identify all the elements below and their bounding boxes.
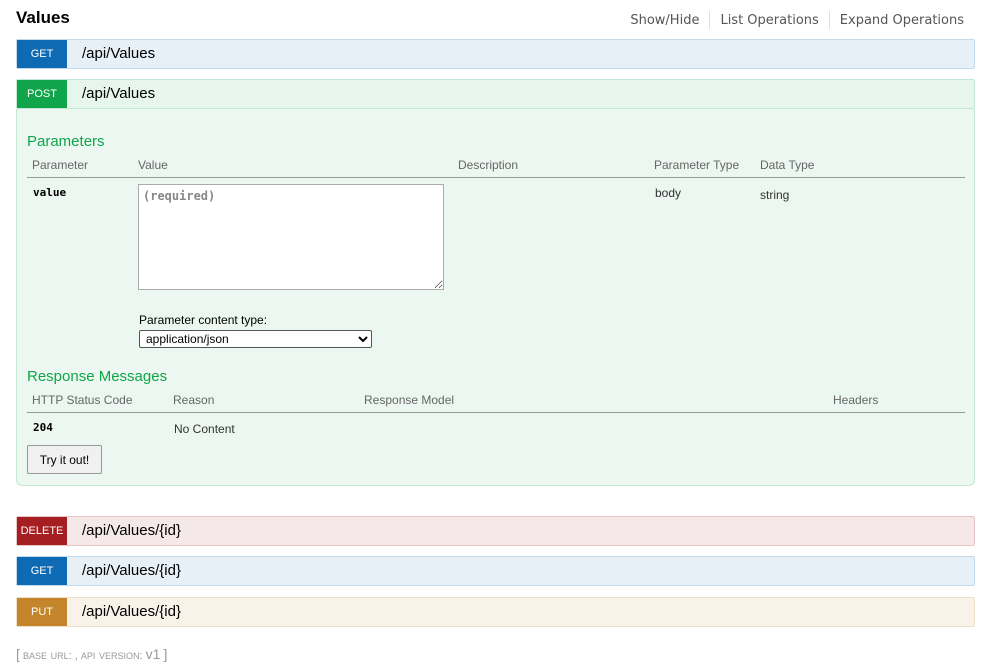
header-parameter-type: Parameter Type	[654, 158, 740, 172]
operation-path[interactable]: /api/Values	[82, 45, 155, 62]
operation-get-values[interactable]: GET /api/Values	[16, 39, 975, 69]
post-operation-content: Parameters Parameter Value Description P…	[16, 109, 975, 486]
show-hide-link[interactable]: Show/Hide	[620, 13, 709, 29]
header-description: Description	[458, 158, 519, 172]
response-reason: No Content	[174, 422, 235, 436]
header-http-status: HTTP Status Code	[32, 393, 133, 407]
expand-operations-link[interactable]: Expand Operations	[830, 13, 964, 29]
try-it-out-button[interactable]: Try it out!	[27, 445, 102, 474]
http-verb-badge[interactable]: GET	[17, 40, 67, 68]
footer-bracket-close: ]	[163, 646, 168, 662]
api-version-label: api version	[80, 647, 140, 662]
operation-path[interactable]: /api/Values/{id}	[82, 562, 181, 579]
http-verb-badge[interactable]: PUT	[17, 598, 67, 626]
header-value: Value	[138, 158, 168, 172]
http-verb-badge[interactable]: GET	[17, 557, 67, 585]
resource-title[interactable]: Values	[16, 8, 70, 28]
response-messages-title: Response Messages	[27, 368, 168, 385]
header-headers: Headers	[833, 393, 879, 407]
list-operations-link[interactable]: List Operations	[710, 13, 828, 29]
header-reason: Reason	[173, 393, 215, 407]
responses-table-header: HTTP Status Code Reason Response Model H…	[27, 393, 965, 413]
parameters-title: Parameters	[27, 133, 105, 150]
resource-options: Show/Hide List Operations Expand Operati…	[620, 11, 964, 29]
parameters-table-header: Parameter Value Description Parameter Ty…	[27, 158, 965, 178]
operation-path[interactable]: /api/Values/{id}	[82, 603, 181, 620]
operation-put-value[interactable]: PUT /api/Values/{id}	[16, 597, 975, 627]
header-response-model: Response Model	[364, 393, 455, 407]
content-type-label: Parameter content type:	[139, 313, 268, 327]
operation-get-value-by-id[interactable]: GET /api/Values/{id}	[16, 556, 975, 586]
footer-bracket-open: [	[16, 646, 20, 662]
resource-header: Values Show/Hide List Operations Expand …	[16, 6, 970, 34]
operation-path[interactable]: /api/Values/{id}	[82, 522, 181, 539]
param-type: body	[655, 186, 682, 200]
header-parameter: Parameter	[32, 158, 89, 172]
api-info-footer: [ base url: , api version: v1 ]	[16, 646, 167, 662]
operation-delete-value[interactable]: DELETE /api/Values/{id}	[16, 516, 975, 546]
content-type-select[interactable]: application/json	[139, 330, 372, 348]
operation-post-values[interactable]: POST /api/Values	[16, 79, 975, 109]
api-version-value: v1	[145, 646, 161, 662]
param-data-type: string	[760, 188, 790, 202]
http-verb-badge[interactable]: DELETE	[17, 517, 67, 545]
http-verb-badge[interactable]: POST	[17, 80, 67, 108]
param-value-input[interactable]	[138, 184, 444, 290]
param-name: value	[33, 186, 67, 199]
header-data-type: Data Type	[760, 158, 815, 172]
operation-path[interactable]: /api/Values	[82, 85, 155, 102]
response-code: 204	[33, 421, 53, 434]
footer-separator: :	[139, 650, 143, 662]
footer-separator: : ,	[68, 650, 78, 662]
base-url-label: base url	[22, 647, 69, 662]
